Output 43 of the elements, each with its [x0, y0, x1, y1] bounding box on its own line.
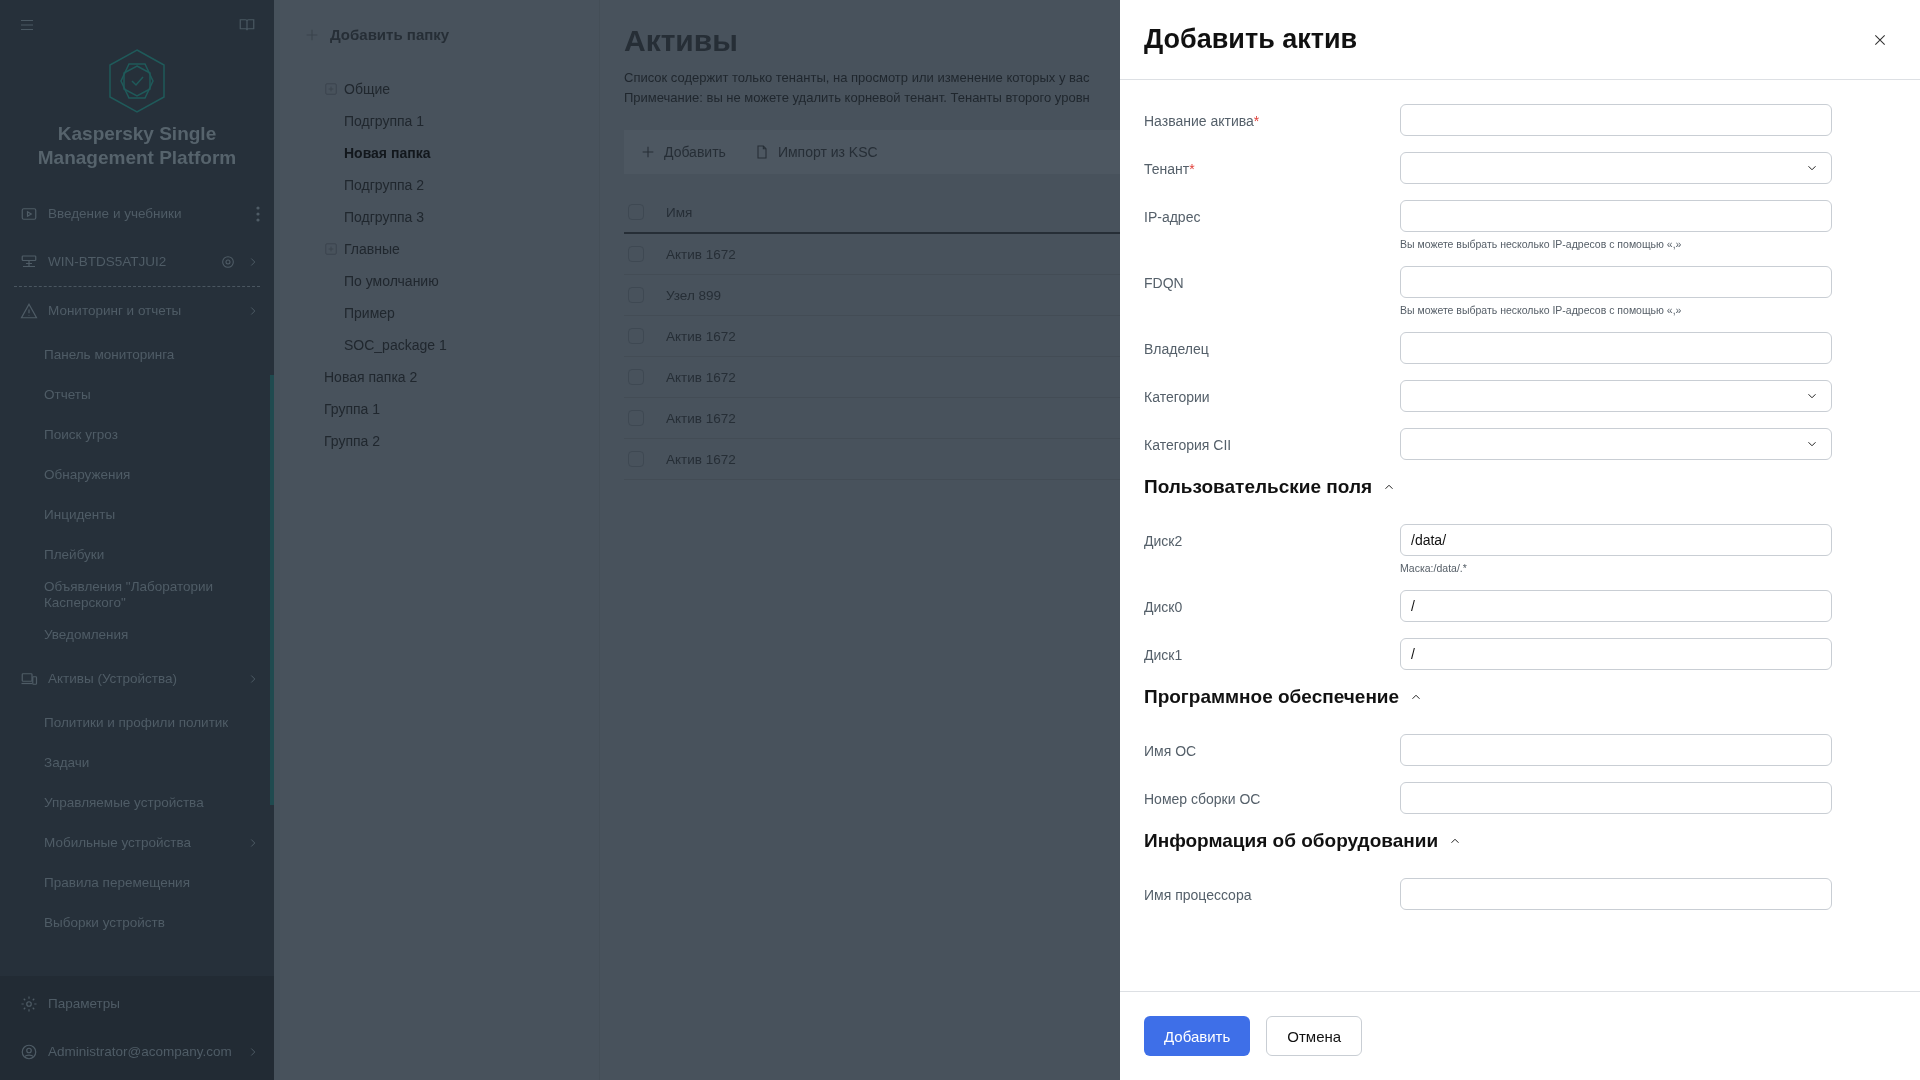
field-label: Категория CII	[1144, 436, 1233, 455]
field-label: Диск2	[1144, 532, 1184, 551]
input-field[interactable]	[1400, 332, 1832, 364]
select-field[interactable]	[1400, 380, 1832, 412]
cancel-button[interactable]: Отмена	[1266, 1016, 1363, 1056]
drawer-title: Добавить актив	[1144, 24, 1358, 55]
warning-icon	[20, 302, 38, 320]
input-field[interactable]: /	[1400, 638, 1832, 670]
input-field[interactable]	[1400, 266, 1832, 298]
user-icon	[20, 1043, 38, 1061]
select-field[interactable]	[1400, 428, 1832, 460]
field-label: Имя процессора	[1144, 886, 1253, 905]
field-label: FDQN	[1144, 274, 1185, 293]
more-icon	[256, 206, 260, 222]
folder-item[interactable]: Новая папка	[304, 137, 599, 169]
input-field[interactable]: /data/	[1400, 524, 1832, 556]
input-field[interactable]	[1400, 878, 1832, 910]
play-icon	[20, 205, 38, 223]
devices-icon	[20, 670, 38, 688]
submit-button[interactable]: Добавить	[1144, 1016, 1251, 1056]
field-label: IP-адрес	[1144, 208, 1202, 227]
field-label: Название актива*	[1144, 112, 1261, 131]
field-label: Тенант*	[1144, 160, 1196, 179]
section-header[interactable]: Пользовательские поля	[1144, 476, 1397, 498]
field-hint: Вы можете выбрать несколько IP-адресов с помощью «,»	[1400, 238, 1683, 250]
field-label: Диск1	[1144, 646, 1184, 665]
logo-icon	[107, 48, 167, 114]
field-label: Имя ОС	[1144, 742, 1198, 761]
plus-icon	[640, 144, 656, 160]
field-label: Диск0	[1144, 598, 1184, 617]
field-label: Владелец	[1144, 340, 1210, 359]
field-hint: Вы можете выбрать несколько IP-адресов с помощью «,»	[1400, 304, 1683, 316]
field-hint: Маска:/data/.*	[1400, 562, 1468, 574]
input-field[interactable]	[1400, 200, 1832, 232]
field-label: Номер сборки ОС	[1144, 790, 1262, 809]
field-label: Категории	[1144, 388, 1211, 407]
input-field[interactable]	[1400, 782, 1832, 814]
input-field[interactable]	[1400, 104, 1832, 136]
section-header[interactable]: Программное обеспечение	[1144, 686, 1424, 708]
input-field[interactable]	[1400, 734, 1832, 766]
input-field[interactable]: /	[1400, 590, 1832, 622]
select-field[interactable]	[1400, 152, 1832, 184]
section-header[interactable]: Информация об оборудовании	[1144, 830, 1463, 852]
